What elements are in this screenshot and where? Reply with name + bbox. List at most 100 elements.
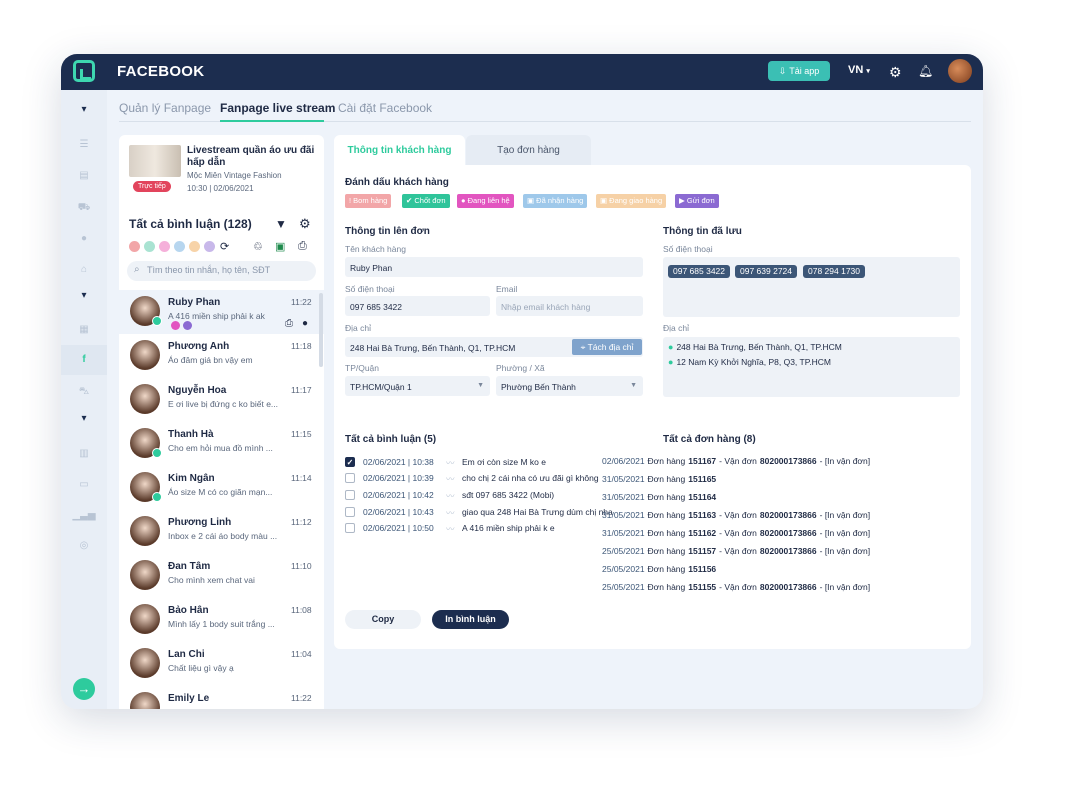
split-address-button[interactable]: ⌖ Tách địa chỉ — [572, 339, 642, 355]
checkbox-checked[interactable]: ✓ — [345, 457, 355, 467]
order-label: Đơn hàng — [647, 546, 686, 556]
checkbox[interactable] — [345, 523, 355, 533]
order-date: 31/05/2021 — [602, 474, 645, 484]
shipment-label: - Vận đơn — [719, 456, 757, 466]
email-field[interactable]: Nhập email khách hàng — [496, 296, 643, 316]
comment-date: 02/06/2021 | 10:38 — [363, 457, 434, 467]
order-row[interactable]: 31/05/2021 Đơn hàng 151164 — [602, 492, 728, 502]
location-pin-icon: ● — [668, 357, 674, 367]
tag-da-nhan-hang[interactable]: ▣ Đã nhận hàng — [523, 194, 588, 208]
ward-value: Phường Bến Thành — [501, 382, 576, 392]
order-number: 151156 — [688, 564, 717, 574]
order-row[interactable]: 31/05/2021 Đơn hàng 151165 — [602, 474, 728, 484]
order-number: 151162 — [688, 528, 717, 538]
tag-bom-hang[interactable]: ! Bom hàng — [345, 194, 392, 208]
saved-address-text: 12 Nam Kỳ Khởi Nghĩa, P8, Q3, TP.HCM — [676, 357, 831, 367]
order-row[interactable]: 31/05/2021 Đơn hàng 151163- Vận đơn 8020001… — [602, 510, 873, 520]
wave-icon: 〰 — [446, 508, 455, 518]
location-pin-icon: ● — [668, 342, 674, 352]
tag-chot-don[interactable]: ✔ Chốt đơn — [402, 194, 450, 208]
order-row[interactable]: 02/06/2021 Đơn hàng 151167- Vận đơn 8020001… — [602, 456, 873, 466]
order-number: 151165 — [688, 474, 717, 484]
checkbox[interactable] — [345, 473, 355, 483]
order-number: 151163 — [688, 510, 717, 520]
comment-text: sđt 097 685 3422 (Mobi) — [462, 490, 555, 500]
comment-text: cho chị 2 cái nha có ưu đãi gì không — [462, 473, 599, 483]
print-shipment-link[interactable]: - [In vận đơn] — [820, 528, 870, 538]
chevron-down-icon: ▼ — [630, 382, 637, 389]
shipment-number: 802000173866 — [759, 546, 817, 556]
tag-dang-giao-hang[interactable]: ▣ Đang giao hàng — [596, 194, 667, 208]
order-number: 151167 — [688, 456, 717, 466]
saved-phones-box: 097 685 3422 097 639 2724 078 294 1730 — [663, 257, 960, 317]
order-label: Đơn hàng — [647, 510, 686, 520]
comments-section-title: Tất cả bình luận (5) — [345, 434, 437, 445]
split-address-label: Tách địa chỉ — [587, 342, 634, 352]
order-date: 31/05/2021 — [602, 510, 645, 520]
saved-address-label: Địa chỉ — [663, 323, 689, 333]
address-value: 248 Hai Bà Trưng, Bến Thành, Q1, TP.HCM — [350, 343, 516, 353]
wave-icon: 〰 — [446, 458, 455, 468]
ward-select[interactable]: Phường Bến Thành ▼ — [496, 376, 643, 396]
shipment-number: 802000173866 — [759, 582, 817, 592]
saved-phone-chip[interactable]: 078 294 1730 — [803, 265, 865, 278]
tag-dang-lien-he[interactable]: ● Đang liên hệ — [457, 194, 514, 208]
order-row[interactable]: 25/05/2021 Đơn hàng 151156 — [602, 564, 728, 574]
saved-phone-label: Số điện thoại — [663, 244, 713, 254]
order-number: 151164 — [688, 492, 717, 502]
order-number: 151155 — [688, 582, 717, 592]
saved-address-item[interactable]: ● 248 Hai Bà Trưng, Bến Thành, Q1, TP.HCM — [668, 342, 842, 352]
shipment-label: - Vận đơn — [719, 510, 757, 520]
shipment-number: 802000173866 — [759, 528, 817, 538]
address-label: Địa chỉ — [345, 323, 371, 333]
comment-date: 02/06/2021 | 10:50 — [363, 523, 434, 533]
wave-icon: 〰 — [446, 491, 455, 501]
order-label: Đơn hàng — [647, 474, 686, 484]
shipment-label: - Vận đơn — [719, 528, 757, 538]
order-number: 151157 — [688, 546, 717, 556]
mark-customer-title: Đánh dấu khách hàng — [345, 177, 449, 188]
comment-text: A 416 miền ship phải k e — [462, 523, 555, 533]
city-value: TP.HCM/Quận 1 — [350, 382, 412, 392]
print-shipment-link[interactable]: - [In vận đơn] — [820, 510, 870, 520]
copy-button[interactable]: Copy — [345, 610, 421, 629]
tag-gui-don[interactable]: ▶ Gửi đơn — [675, 194, 719, 208]
order-label: Đơn hàng — [647, 456, 686, 466]
saved-phone-chip[interactable]: 097 685 3422 — [668, 265, 730, 278]
print-shipment-link[interactable]: - [In vận đơn] — [820, 456, 870, 466]
order-date: 25/05/2021 — [602, 564, 645, 574]
target-icon: ⌖ — [580, 342, 586, 352]
order-row[interactable]: 31/05/2021 Đơn hàng 151162- Vận đơn 8020001… — [602, 528, 873, 538]
saved-info-title: Thông tin đã lưu — [663, 226, 742, 237]
city-label: TP/Quận — [345, 363, 380, 373]
phone-field[interactable]: 097 685 3422 — [345, 296, 490, 316]
wave-icon: 〰 — [446, 474, 455, 484]
checkbox[interactable] — [345, 490, 355, 500]
order-row[interactable]: 25/05/2021 Đơn hàng 151157- Vận đơn 8020001… — [602, 546, 873, 556]
customer-info-content: Đánh dấu khách hàng ! Bom hàng ✔ Chốt đơ… — [0, 0, 1065, 787]
print-comments-button[interactable]: In bình luận — [432, 610, 509, 629]
order-date: 31/05/2021 — [602, 528, 645, 538]
email-label: Email — [496, 284, 518, 294]
comment-text: Em ơi còn size M ko e — [462, 457, 546, 467]
saved-address-item[interactable]: ● 12 Nam Kỳ Khởi Nghĩa, P8, Q3, TP.HCM — [668, 357, 831, 367]
print-shipment-link[interactable]: - [In vận đơn] — [820, 582, 870, 592]
shipment-number: 802000173866 — [759, 510, 817, 520]
order-label: Đơn hàng — [647, 492, 686, 502]
order-label: Đơn hàng — [647, 564, 686, 574]
comment-text: giao qua 248 Hai Bà Trưng dùm chị nha — [462, 507, 613, 517]
shipment-label: - Vận đơn — [719, 582, 757, 592]
order-info-title: Thông tin lên đơn — [345, 226, 430, 237]
order-label: Đơn hàng — [647, 528, 686, 538]
wave-icon: 〰 — [446, 524, 455, 534]
comment-date: 02/06/2021 | 10:43 — [363, 507, 434, 517]
customer-name-label: Tên khách hàng — [345, 244, 406, 254]
print-shipment-link[interactable]: - [In vận đơn] — [820, 546, 870, 556]
saved-address-text: 248 Hai Bà Trưng, Bến Thành, Q1, TP.HCM — [676, 342, 842, 352]
customer-name-field[interactable]: Ruby Phan — [345, 257, 643, 277]
comment-date: 02/06/2021 | 10:39 — [363, 473, 434, 483]
city-select[interactable]: TP.HCM/Quận 1 ▼ — [345, 376, 490, 396]
saved-phone-chip[interactable]: 097 639 2724 — [735, 265, 797, 278]
checkbox[interactable] — [345, 507, 355, 517]
order-row[interactable]: 25/05/2021 Đơn hàng 151155- Vận đơn 8020001… — [602, 582, 873, 592]
